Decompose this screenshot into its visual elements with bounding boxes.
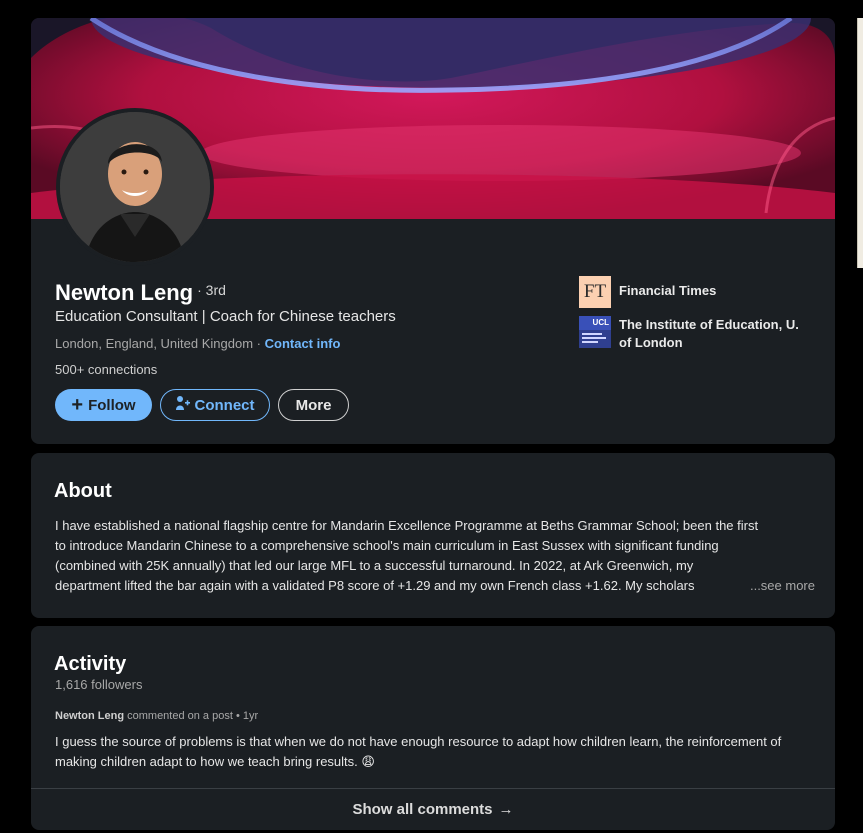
- profile-headline: Education Consultant | Coach for Chinese…: [55, 308, 396, 325]
- connect-button-label: Connect: [194, 396, 255, 414]
- activity-section: Activity 1,616 followers Newton Leng com…: [31, 626, 835, 830]
- about-line: to introduce Mandarin Chinese to a compr…: [55, 538, 719, 553]
- more-button[interactable]: More: [278, 389, 349, 421]
- connect-button[interactable]: Connect: [160, 389, 270, 421]
- ft-logo-icon: FT: [579, 276, 611, 308]
- post-text[interactable]: I guess the source of problems is that w…: [55, 732, 815, 772]
- arrow-right-icon: →: [498, 801, 514, 818]
- about-line: I have established a national flagship c…: [55, 518, 759, 533]
- org-financial-times[interactable]: FT Financial Times: [579, 276, 809, 308]
- ucl-logo-text: UCL: [592, 318, 609, 327]
- about-title: About: [54, 480, 112, 502]
- profile-name: Newton Leng: [55, 280, 194, 305]
- contact-info-link[interactable]: Contact info: [265, 336, 341, 351]
- show-all-label: Show all comments: [352, 801, 493, 818]
- org-name: The Institute of Education, U. of London: [619, 317, 799, 350]
- connections-count: 500+ connections: [55, 362, 158, 377]
- adjacent-window-edge: [857, 18, 863, 268]
- follow-button-label: Follow: [88, 396, 136, 414]
- post-action: commented on a post • 1yr: [124, 710, 259, 722]
- profile-card: Newton Leng · 3rd Education Consultant |…: [31, 18, 835, 444]
- location-separator: ·: [253, 336, 265, 351]
- profile-location-row: London, England, United Kingdom · Contac…: [55, 336, 340, 351]
- plus-icon: +: [71, 394, 84, 416]
- ucl-ioe-logo-icon: UCL: [579, 316, 611, 348]
- followers-count: 1,616 followers: [55, 677, 143, 692]
- profile-location: London, England, United Kingdom: [55, 336, 254, 351]
- about-text: I have established a national flagship c…: [55, 516, 815, 596]
- org-institute-of-education[interactable]: UCL The Institute of Education, U. of Lo…: [579, 316, 809, 352]
- more-button-label: More: [295, 396, 332, 414]
- connection-degree: · 3rd: [197, 282, 226, 298]
- org-name: Financial Times: [619, 283, 717, 298]
- about-line: department lifted the bar again with a v…: [55, 578, 695, 593]
- follow-button[interactable]: + Follow: [55, 389, 152, 421]
- activity-title: Activity: [54, 653, 127, 675]
- post-meta: Newton Leng commented on a post • 1yr: [55, 710, 258, 722]
- add-person-icon: [175, 395, 190, 415]
- post-author[interactable]: Newton Leng: [55, 710, 124, 722]
- profile-avatar[interactable]: [56, 108, 214, 266]
- about-section: About I have established a national flag…: [31, 453, 835, 618]
- show-all-comments-button[interactable]: Show all comments →: [31, 789, 835, 830]
- see-more-link[interactable]: ...see more: [750, 576, 815, 596]
- about-line: (combined with 25K annually) that led ou…: [55, 558, 694, 573]
